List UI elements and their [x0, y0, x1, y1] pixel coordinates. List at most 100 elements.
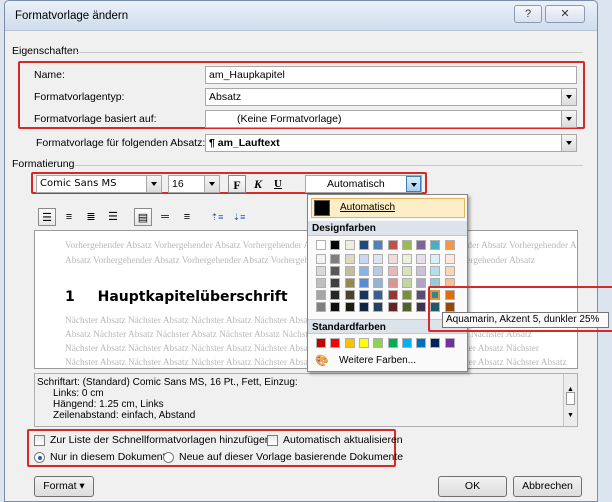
space-before-icon[interactable]: ⇡≡ [208, 208, 226, 226]
theme-color-swatch[interactable] [344, 254, 355, 264]
theme-color-swatch[interactable] [373, 290, 384, 300]
ok-button[interactable]: OK [438, 476, 507, 497]
theme-color-swatch[interactable] [387, 278, 398, 288]
format-button[interactable]: Format ▾ [34, 476, 94, 497]
theme-color-swatch[interactable] [330, 266, 341, 276]
theme-color-swatch[interactable] [330, 302, 341, 312]
line-spacing-onehalf-icon[interactable]: ═ [156, 208, 174, 226]
theme-color-swatch[interactable] [401, 278, 412, 288]
only-this-document-radio[interactable] [34, 452, 45, 463]
theme-color-swatch[interactable] [373, 240, 384, 250]
theme-color-swatch[interactable] [344, 302, 355, 312]
font-color-popup: Automatisch Designfarben Standardfarben … [307, 194, 468, 372]
standard-color-swatch[interactable] [430, 338, 441, 348]
align-right-icon[interactable]: ≣ [82, 208, 100, 226]
theme-color-swatch[interactable] [401, 302, 412, 312]
theme-color-swatch[interactable] [373, 302, 384, 312]
theme-color-swatch[interactable] [344, 266, 355, 276]
align-center-icon[interactable]: ≡ [60, 208, 78, 226]
cancel-button[interactable]: Abbrechen [513, 476, 582, 497]
theme-color-swatch[interactable] [416, 290, 427, 300]
theme-color-swatch[interactable] [401, 240, 412, 250]
align-justify-icon[interactable]: ☰ [104, 208, 122, 226]
theme-color-swatch[interactable] [358, 278, 369, 288]
theme-color-swatch[interactable] [316, 266, 326, 276]
theme-color-swatch[interactable] [358, 254, 369, 264]
theme-color-swatch[interactable] [316, 278, 326, 288]
standard-color-swatch[interactable] [387, 338, 398, 348]
theme-color-swatch[interactable] [401, 266, 412, 276]
font-size-select[interactable]: 16 [168, 175, 220, 193]
new-documents-radio[interactable] [163, 452, 174, 463]
theme-color-swatch[interactable] [430, 254, 441, 264]
italic-button[interactable]: K [249, 175, 267, 193]
scroll-down-icon[interactable]: ▼ [567, 410, 574, 421]
standard-color-swatch[interactable] [444, 338, 455, 348]
name-field[interactable]: am_Haupkapitel [205, 66, 577, 84]
theme-color-swatch[interactable] [444, 254, 455, 264]
font-select[interactable]: Comic Sans MS [36, 175, 162, 193]
auto-update-checkbox[interactable] [267, 435, 278, 446]
theme-color-swatch[interactable] [373, 254, 384, 264]
close-button[interactable]: ✕ [545, 5, 585, 23]
chevron-down-icon[interactable] [406, 176, 421, 192]
theme-color-swatch[interactable] [416, 278, 427, 288]
line-spacing-single-icon[interactable]: ▤ [134, 208, 152, 226]
theme-color-swatch[interactable] [373, 278, 384, 288]
theme-color-swatch[interactable] [416, 266, 427, 276]
theme-color-swatch[interactable] [330, 240, 341, 250]
theme-color-swatch[interactable] [416, 254, 427, 264]
theme-color-swatch[interactable] [316, 290, 326, 300]
theme-color-swatch[interactable] [430, 240, 441, 250]
theme-color-swatch[interactable] [358, 302, 369, 312]
theme-color-swatch[interactable] [430, 266, 441, 276]
theme-color-swatch[interactable] [416, 240, 427, 250]
standard-color-swatch[interactable] [401, 338, 412, 348]
theme-color-swatch[interactable] [358, 266, 369, 276]
theme-color-swatch[interactable] [387, 240, 398, 250]
description-scrollbar[interactable]: ▲ ▼ [563, 374, 577, 426]
theme-color-swatch[interactable] [401, 290, 412, 300]
theme-color-swatch[interactable] [330, 278, 341, 288]
standard-color-swatch[interactable] [358, 338, 369, 348]
theme-color-swatch[interactable] [316, 240, 326, 250]
style-type-select[interactable]: Absatz [205, 88, 577, 106]
theme-color-swatch[interactable] [387, 290, 398, 300]
add-to-quick-checkbox[interactable] [34, 435, 45, 446]
theme-color-swatch[interactable] [344, 240, 355, 250]
based-on-select[interactable]: (Keine Formatvorlage) [205, 110, 577, 128]
theme-color-swatch[interactable] [358, 240, 369, 250]
theme-color-swatch[interactable] [373, 266, 384, 276]
based-on-value: (Keine Formatvorlage) [237, 113, 342, 125]
theme-color-swatch[interactable] [444, 266, 455, 276]
theme-color-swatch[interactable] [416, 302, 427, 312]
next-style-select[interactable]: ¶ am_Lauftext [205, 134, 577, 152]
space-after-icon[interactable]: ⇣≡ [230, 208, 248, 226]
standard-color-swatch[interactable] [373, 338, 384, 348]
theme-color-swatch[interactable] [387, 254, 398, 264]
theme-color-swatch[interactable] [316, 302, 326, 312]
align-left-icon[interactable]: ☰ [38, 208, 56, 226]
theme-color-swatch[interactable] [316, 254, 326, 264]
theme-color-swatch[interactable] [344, 290, 355, 300]
theme-color-swatch[interactable] [387, 266, 398, 276]
standard-color-swatch[interactable] [344, 338, 355, 348]
theme-color-swatch[interactable] [344, 278, 355, 288]
theme-color-swatch[interactable] [358, 290, 369, 300]
more-colors-item[interactable]: 🎨 Weitere Farben... [311, 352, 465, 370]
standard-color-swatch[interactable] [416, 338, 427, 348]
font-color-select[interactable]: Automatisch [305, 175, 422, 193]
theme-color-swatch[interactable] [387, 302, 398, 312]
automatic-color-item[interactable]: Automatisch [311, 198, 465, 218]
standard-color-swatch[interactable] [316, 338, 326, 348]
standard-color-swatch[interactable] [330, 338, 341, 348]
scroll-thumb[interactable] [566, 392, 575, 405]
line-spacing-double-icon[interactable]: ≡ [178, 208, 196, 226]
underline-button[interactable]: U [269, 175, 287, 193]
theme-color-swatch[interactable] [401, 254, 412, 264]
theme-color-swatch[interactable] [444, 240, 455, 250]
help-button[interactable]: ? [514, 5, 542, 23]
theme-color-swatch[interactable] [330, 254, 341, 264]
bold-button[interactable]: F [228, 175, 246, 193]
theme-color-swatch[interactable] [330, 290, 341, 300]
